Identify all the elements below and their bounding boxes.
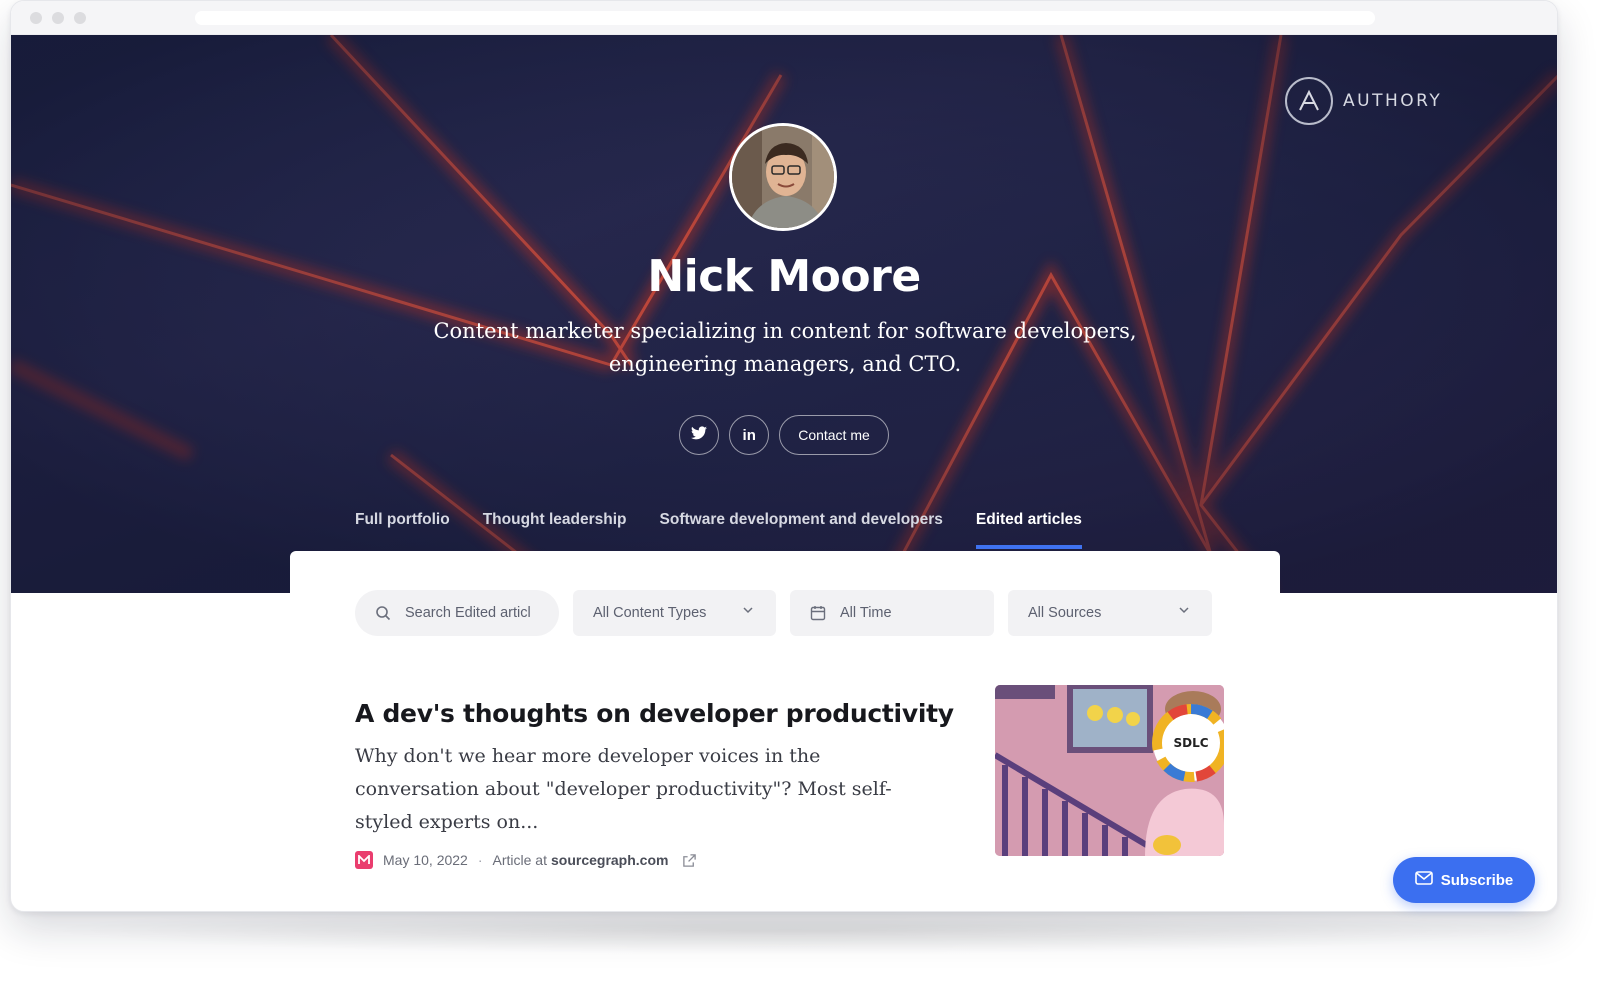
social-links: in Contact me xyxy=(11,415,1557,455)
subscribe-label: Subscribe xyxy=(1440,871,1514,889)
external-link-icon[interactable] xyxy=(682,853,697,868)
article-thumbnail[interactable]: SDLC xyxy=(995,685,1224,856)
address-bar[interactable] xyxy=(195,11,1375,25)
time-range-select[interactable]: All Time xyxy=(790,590,994,636)
profile-bio: Content marketer specializing in content… xyxy=(433,319,1137,376)
portfolio-tabs: Full portfolio Thought leadership Softwa… xyxy=(355,509,1082,551)
tab-full-portfolio[interactable]: Full portfolio xyxy=(355,509,450,551)
browser-chrome xyxy=(11,1,1557,35)
article-type: Article at xyxy=(492,852,547,868)
window-shadow xyxy=(40,905,1540,955)
browser-window: AUTHORY Nick Moore Content marketer spec… xyxy=(10,0,1558,912)
chevron-down-icon xyxy=(742,604,754,619)
contact-me-button[interactable]: Contact me xyxy=(779,415,889,455)
profile-name: Nick Moore xyxy=(647,251,921,302)
search-icon xyxy=(375,605,391,621)
search-input[interactable]: Search Edited articl xyxy=(355,590,559,636)
brand-name: AUTHORY xyxy=(1343,91,1443,111)
thumbnail-badge-text: SDLC xyxy=(1173,736,1208,750)
article-source: sourcegraph.com xyxy=(550,852,669,868)
mail-icon xyxy=(1414,871,1433,889)
meta-separator: · xyxy=(477,852,483,868)
sources-value: All Sources xyxy=(1028,605,1102,621)
calendar-icon xyxy=(810,605,826,621)
article-excerpt: Why don't we hear more developer voices … xyxy=(355,745,892,833)
linkedin-icon: in xyxy=(742,426,756,444)
sources-select[interactable]: All Sources xyxy=(1008,590,1212,636)
content-types-select[interactable]: All Content Types xyxy=(573,590,776,636)
window-dot-maximize[interactable] xyxy=(74,12,86,24)
article-date: May 10, 2022 xyxy=(383,852,468,868)
time-range-value: All Time xyxy=(840,605,892,621)
linkedin-button[interactable]: in xyxy=(729,415,770,455)
authory-logo-icon xyxy=(1285,77,1333,125)
subscribe-button[interactable]: Subscribe xyxy=(1393,857,1535,903)
tab-thought-leadership[interactable]: Thought leadership xyxy=(483,509,627,551)
profile-avatar xyxy=(729,123,837,231)
articles-panel: Search Edited articl All Content Types A… xyxy=(290,551,1280,911)
source-logo-icon xyxy=(355,851,373,869)
twitter-icon xyxy=(691,426,708,444)
filter-bar: Search Edited articl All Content Types A… xyxy=(355,590,1212,636)
twitter-button[interactable] xyxy=(679,415,720,455)
tab-edited-articles[interactable]: Edited articles xyxy=(975,509,1082,551)
profile-hero: AUTHORY Nick Moore Content marketer spec… xyxy=(11,35,1557,593)
authory-brand[interactable]: AUTHORY xyxy=(1285,77,1442,125)
tab-software-development[interactable]: Software development and developers xyxy=(660,509,943,551)
chevron-down-icon xyxy=(1178,604,1190,619)
search-placeholder: Search Edited articl xyxy=(405,605,531,621)
window-dot-minimize[interactable] xyxy=(52,12,64,24)
window-dot-close[interactable] xyxy=(30,12,42,24)
content-types-value: All Content Types xyxy=(593,605,707,621)
